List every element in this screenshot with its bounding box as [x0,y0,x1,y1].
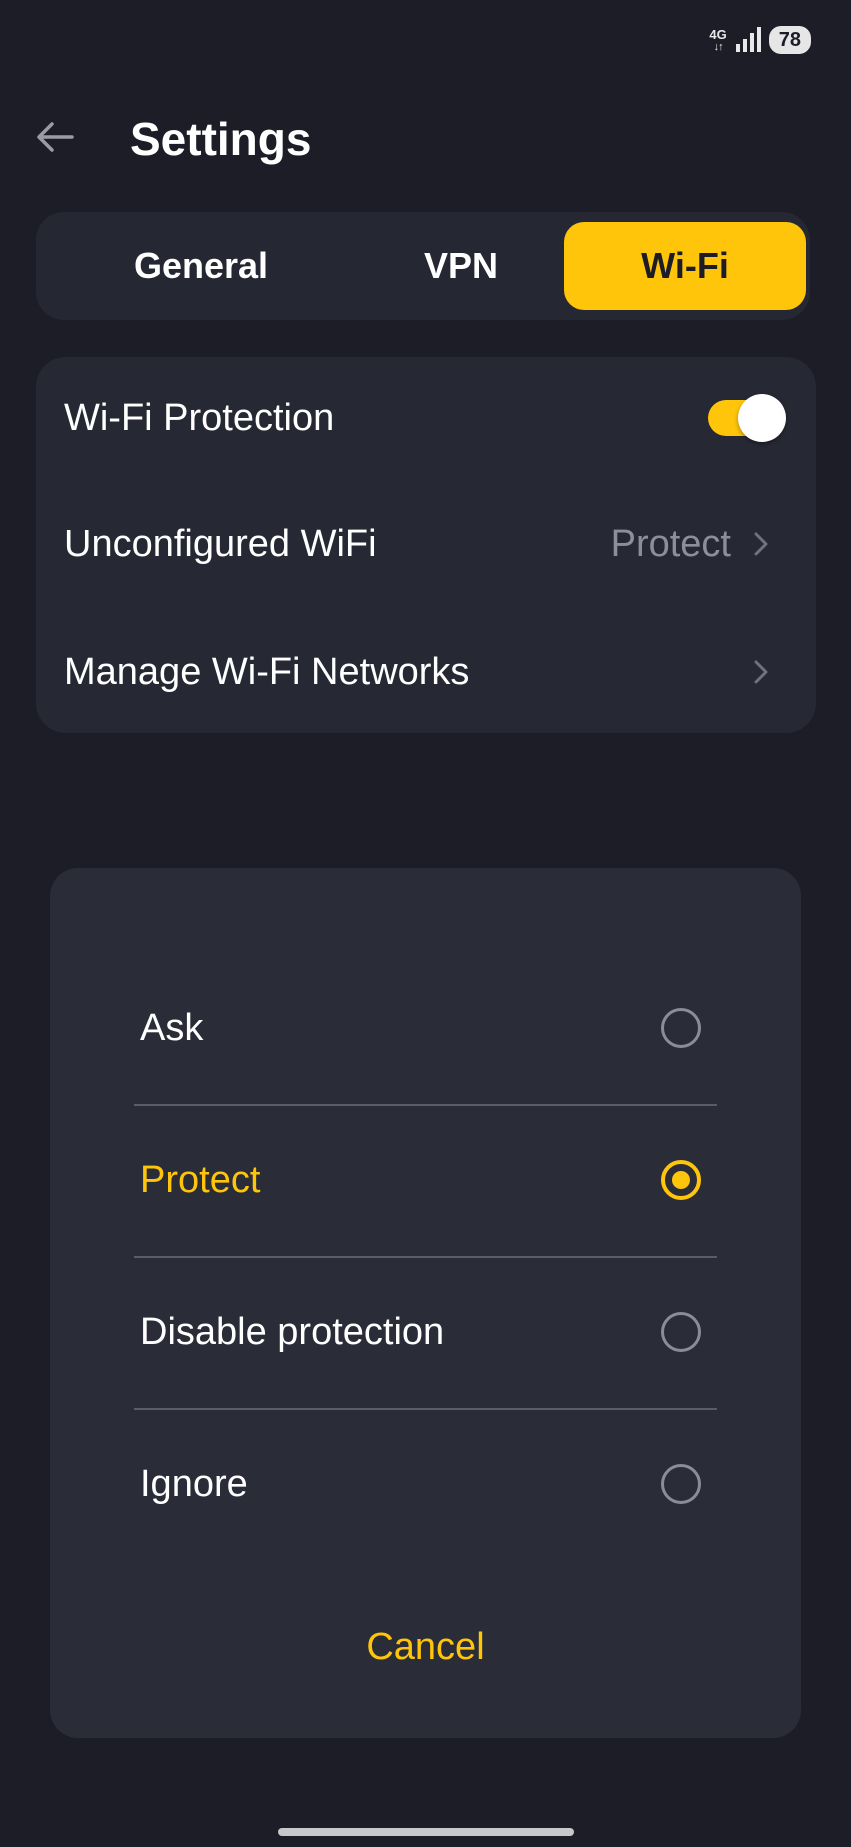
option-label: Ignore [140,1462,248,1505]
radio-button[interactable] [661,1008,701,1048]
option-disable-protection[interactable]: Disable protection [134,1256,717,1410]
unconfigured-wifi-label: Unconfigured WiFi [64,522,377,565]
signal-bars-icon [735,27,761,52]
status-bar: 4G ↓↑ 78 [709,22,811,58]
unconfigured-wifi-value: Protect [610,522,731,565]
home-indicator[interactable] [278,1828,574,1836]
battery-level: 78 [768,26,811,54]
radio-button[interactable] [661,1312,701,1352]
manage-wifi-networks-label: Manage Wi-Fi Networks [64,650,470,693]
option-ignore[interactable]: Ignore [134,1408,717,1560]
option-ask[interactable]: Ask [134,952,717,1106]
option-label: Protect [140,1158,261,1201]
chevron-right-icon [749,532,773,556]
wifi-protection-label: Wi-Fi Protection [64,396,335,439]
wifi-protection-toggle[interactable] [708,394,786,442]
wifi-protection-row[interactable]: Wi-Fi Protection [64,378,786,458]
cancel-button[interactable]: Cancel [50,1612,801,1682]
chevron-right-icon [749,660,773,684]
manage-wifi-networks-row[interactable]: Manage Wi-Fi Networks [64,632,773,712]
arrow-left-icon [37,122,74,152]
tab-bar: General VPN Wi-Fi [36,212,810,320]
option-label: Disable protection [140,1310,445,1353]
network-indicator: 4G ↓↑ [709,28,726,53]
data-arrows-icon: ↓↑ [713,40,724,53]
option-protect[interactable]: Protect [134,1104,717,1258]
page-title: Settings [130,113,312,165]
tab-general[interactable]: General [80,222,322,310]
tab-wifi[interactable]: Wi-Fi [564,222,806,310]
network-type: 4G [709,26,727,42]
radio-button-selected[interactable] [661,1160,701,1200]
radio-button[interactable] [661,1464,701,1504]
option-label: Ask [140,1006,204,1049]
tab-vpn[interactable]: VPN [340,222,582,310]
back-button[interactable] [34,116,76,158]
toggle-knob [738,394,786,442]
unconfigured-wifi-row[interactable]: Unconfigured WiFi Protect [64,504,773,584]
